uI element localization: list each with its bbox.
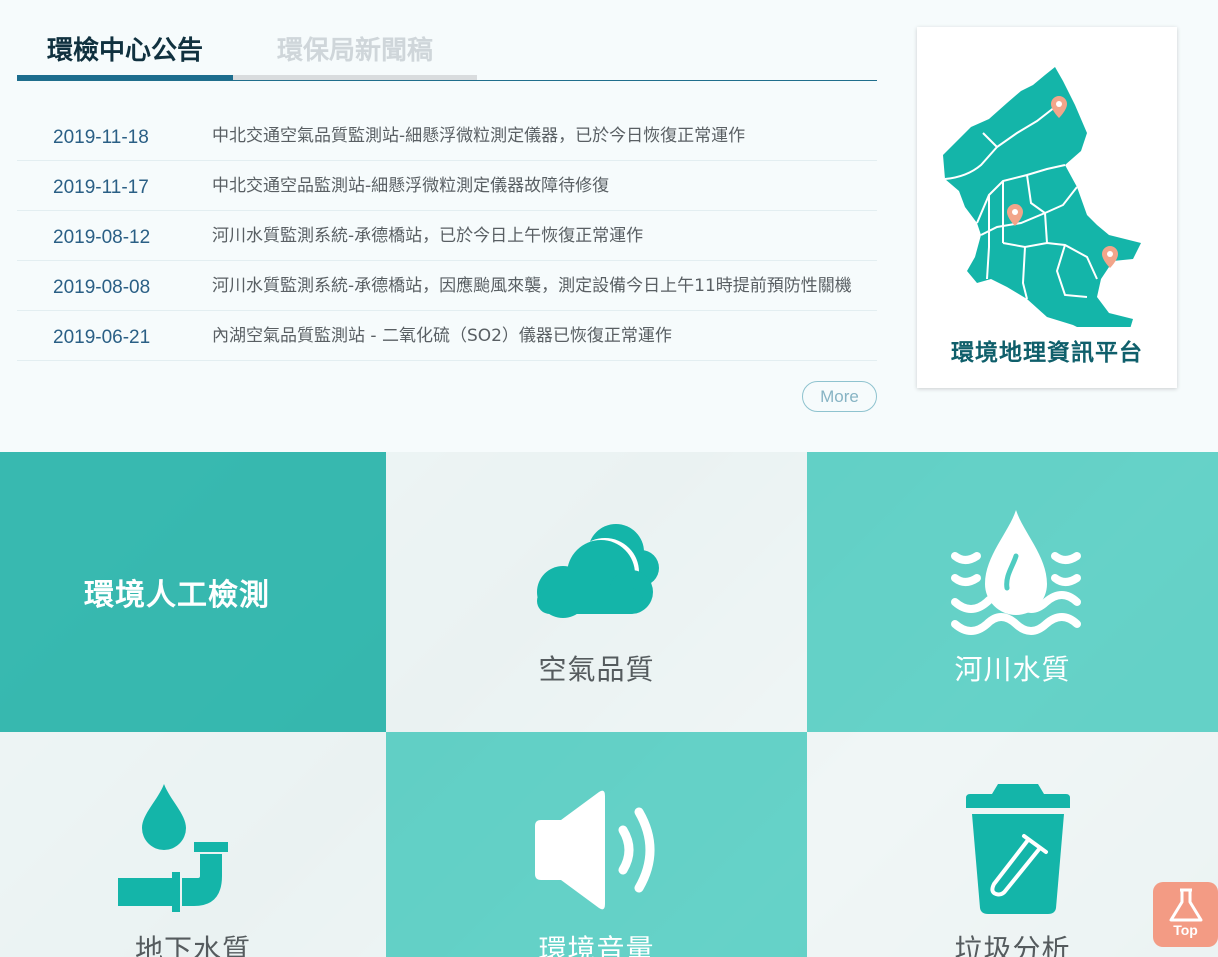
tile-manual-testing[interactable]: 環境人工檢測: [0, 452, 386, 732]
news-item[interactable]: 2019-11-17 中北交通空品監測站-細懸浮微粒測定儀器故障待修復: [17, 161, 877, 211]
tile-noise[interactable]: 環境音量: [386, 732, 807, 957]
news-date: 2019-08-12: [53, 227, 151, 248]
back-to-top-button[interactable]: Top: [1153, 882, 1218, 947]
news-item[interactable]: 2019-08-08 河川水質監測系統-承德橋站，因應颱風來襲，測定設備今日上午…: [17, 261, 877, 311]
news-title-link[interactable]: 中北交通空品監測站-細懸浮微粒測定儀器故障待修復: [212, 171, 872, 196]
water-drop-waves-icon: [951, 510, 1081, 635]
pipe-drop-icon: [118, 784, 228, 912]
news-date: 2019-11-18: [53, 127, 149, 148]
gis-platform-card[interactable]: 環境地理資訊平台: [917, 27, 1177, 388]
taipei-map-icon: [943, 67, 1141, 327]
trash-bin-icon: [966, 784, 1070, 914]
tile-label: 空氣品質: [538, 653, 655, 686]
news-item[interactable]: 2019-06-21 內湖空氣品質監測站 - 二氧化硫（SO2）儀器已恢復正常運…: [17, 311, 877, 361]
category-tiles: 環境人工檢測 空氣品質 河川水質 地下水質 環境音量 垃圾分析: [0, 452, 1218, 957]
tile-label: 環境人工檢測: [84, 578, 270, 613]
news-section: 環檢中心公告 環保局新聞稿 2019-11-18 中北交通空氣品質監測站-細懸浮…: [0, 0, 1218, 452]
more-button[interactable]: More: [802, 381, 877, 412]
tab-center-announcements[interactable]: 環檢中心公告: [17, 24, 233, 80]
tile-label: 河川水質: [954, 653, 1071, 686]
tile-river-water[interactable]: 河川水質: [807, 452, 1218, 732]
news-title-link[interactable]: 河川水質監測系統-承德橋站，因應颱風來襲，測定設備今日上午11時提前預防性關機: [212, 271, 872, 296]
news-date: 2019-11-17: [53, 177, 149, 198]
cloud-icon: [537, 524, 659, 618]
news-item[interactable]: 2019-08-12 河川水質監測系統-承德橋站，已於今日上午恢復正常運作: [17, 211, 877, 261]
speaker-icon: [535, 790, 655, 910]
back-to-top-label: Top: [1173, 922, 1198, 938]
tile-label: 環境音量: [538, 933, 655, 957]
tab-epb-press-releases[interactable]: 環保局新聞稿: [233, 24, 477, 80]
flask-icon: [1169, 888, 1203, 922]
news-list: 2019-11-18 中北交通空氣品質監測站-細懸浮微粒測定儀器，已於今日恢復正…: [17, 111, 877, 361]
tile-air-quality[interactable]: 空氣品質: [386, 452, 807, 732]
tile-groundwater[interactable]: 地下水質: [0, 732, 386, 957]
news-title-link[interactable]: 中北交通空氣品質監測站-細懸浮微粒測定儀器，已於今日恢復正常運作: [212, 121, 872, 146]
news-title-link[interactable]: 內湖空氣品質監測站 - 二氧化硫（SO2）儀器已恢復正常運作: [212, 321, 872, 346]
news-title-link[interactable]: 河川水質監測系統-承德橋站，已於今日上午恢復正常運作: [212, 221, 872, 246]
news-item[interactable]: 2019-11-18 中北交通空氣品質監測站-細懸浮微粒測定儀器，已於今日恢復正…: [17, 111, 877, 161]
gis-platform-title: 環境地理資訊平台: [951, 340, 1143, 366]
tile-label: 地下水質: [134, 933, 251, 957]
news-date: 2019-08-08: [53, 277, 151, 298]
news-tabs: 環檢中心公告 環保局新聞稿: [17, 24, 877, 81]
news-date: 2019-06-21: [53, 327, 151, 348]
